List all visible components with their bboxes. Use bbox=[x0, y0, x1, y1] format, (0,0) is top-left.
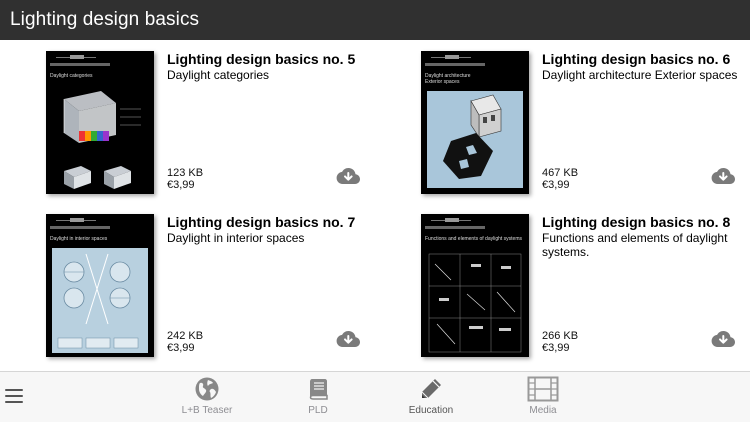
publication-subtitle: Daylight in interior spaces bbox=[167, 231, 305, 245]
pencil-icon bbox=[421, 379, 441, 399]
publication-card[interactable]: Daylight in interior spaces Lighting des… bbox=[46, 214, 386, 359]
bottom-tab-bar: L+B Teaser PLD Education Media bbox=[0, 371, 750, 422]
tab-label: Media bbox=[529, 405, 557, 416]
file-size: 266 KB bbox=[542, 330, 579, 342]
cloud-download-icon[interactable] bbox=[710, 329, 736, 349]
price: €3,99 bbox=[542, 342, 570, 354]
publication-card[interactable]: Functions and elements of daylight syste… bbox=[421, 214, 750, 359]
publication-card[interactable]: Daylight architecture Exterior spaces Li… bbox=[421, 51, 750, 196]
tab-label: Education bbox=[408, 405, 454, 416]
publication-title[interactable]: Lighting design basics no. 7 bbox=[167, 214, 355, 230]
cover-illustration bbox=[52, 248, 148, 353]
book-icon bbox=[309, 379, 328, 400]
cover-illustration bbox=[427, 91, 523, 188]
price: €3,99 bbox=[167, 179, 195, 191]
cover-image[interactable]: Functions and elements of daylight syste… bbox=[421, 214, 529, 357]
tab-pld[interactable]: PLD bbox=[278, 376, 358, 420]
tab-media[interactable]: Media bbox=[503, 376, 583, 420]
price: €3,99 bbox=[167, 342, 195, 354]
cloud-download-icon[interactable] bbox=[335, 329, 361, 349]
file-size: 123 KB bbox=[167, 167, 204, 179]
tab-label: PLD bbox=[308, 405, 328, 416]
publication-card[interactable]: Daylight categories Lighting design basi… bbox=[46, 51, 386, 196]
publication-title[interactable]: Lighting design basics no. 6 bbox=[542, 51, 730, 67]
film-icon bbox=[527, 376, 559, 402]
cloud-download-icon[interactable] bbox=[710, 166, 736, 186]
publication-subtitle: Daylight architecture Exterior spaces bbox=[542, 68, 738, 82]
file-size: 242 KB bbox=[167, 330, 204, 342]
price: €3,99 bbox=[542, 179, 570, 191]
cover-illustration bbox=[63, 91, 141, 189]
publication-subtitle: Daylight categories bbox=[167, 68, 270, 82]
cloud-download-icon[interactable] bbox=[335, 166, 361, 186]
publication-subtitle: Functions and elements of daylight syste… bbox=[542, 231, 728, 259]
cover-image[interactable]: Daylight architecture Exterior spaces bbox=[421, 51, 529, 194]
tab-lb-teaser[interactable]: L+B Teaser bbox=[167, 376, 247, 420]
cover-image[interactable]: Daylight in interior spaces bbox=[46, 214, 154, 357]
publication-title[interactable]: Lighting design basics no. 8 bbox=[542, 214, 730, 230]
app-header: Lighting design basics bbox=[0, 0, 750, 40]
tab-education[interactable]: Education bbox=[391, 376, 471, 420]
publication-grid: Daylight categories Lighting design basi… bbox=[0, 40, 750, 371]
cover-image[interactable]: Daylight categories bbox=[46, 51, 154, 194]
cover-illustration bbox=[428, 253, 522, 353]
globe-icon bbox=[195, 377, 219, 401]
hamburger-menu-icon[interactable] bbox=[5, 388, 25, 406]
publication-title[interactable]: Lighting design basics no. 5 bbox=[167, 51, 355, 67]
tab-label: L+B Teaser bbox=[181, 405, 233, 416]
page-title: Lighting design basics bbox=[10, 9, 200, 30]
file-size: 467 KB bbox=[542, 167, 579, 179]
app-root: Lighting design basics Daylight categori… bbox=[0, 0, 750, 422]
